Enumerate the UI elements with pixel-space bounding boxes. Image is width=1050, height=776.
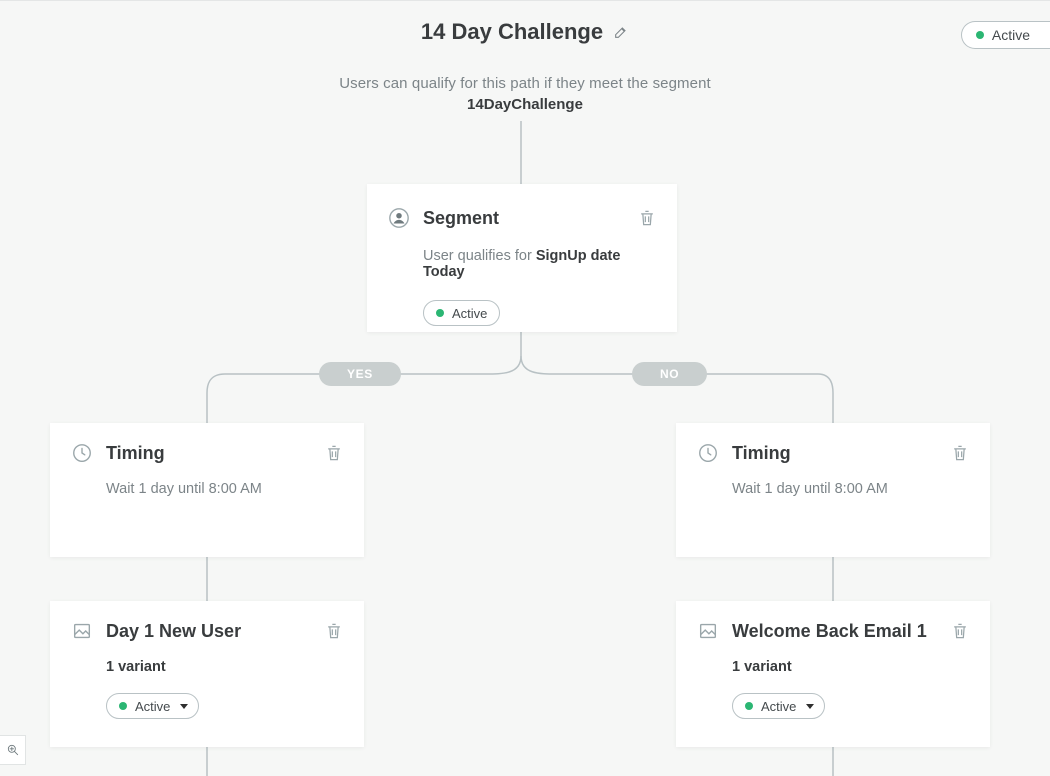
clock-icon: [696, 441, 720, 465]
timing-node-left[interactable]: Timing Wait 1 day until 8:00 AM: [50, 423, 364, 557]
status-badge[interactable]: Active: [961, 21, 1050, 49]
card-header: Welcome Back Email 1: [696, 619, 970, 643]
image-icon: [696, 619, 720, 643]
segment-name: 14DayChallenge: [0, 96, 1050, 113]
chevron-down-icon: [180, 704, 188, 709]
card-title: Day 1 New User: [106, 621, 241, 642]
title-text: 14 Day Challenge: [421, 19, 603, 45]
header: 14 Day Challenge Users can qualify for t…: [0, 1, 1050, 113]
variant-count: 1 variant: [696, 659, 970, 675]
status-text: Active: [761, 699, 796, 714]
status-dot-icon: [745, 702, 753, 710]
page-title: 14 Day Challenge: [421, 19, 629, 45]
status-row: Active: [70, 693, 344, 719]
zoom-in-button[interactable]: [0, 735, 26, 765]
status-text: Active: [135, 699, 170, 714]
segment-node[interactable]: Segment User qualifies for SignUp date T…: [367, 184, 677, 332]
status-dot-icon: [976, 31, 984, 39]
trash-icon[interactable]: [324, 443, 344, 463]
message-node-right[interactable]: Welcome Back Email 1 1 variant Active: [676, 601, 990, 747]
card-body: Wait 1 day until 8:00 AM: [696, 481, 970, 497]
status-row: Active: [387, 300, 657, 326]
status-dot-icon: [436, 309, 444, 317]
edit-icon[interactable]: [613, 24, 629, 40]
timing-node-right[interactable]: Timing Wait 1 day until 8:00 AM: [676, 423, 990, 557]
card-title: Segment: [423, 208, 499, 229]
branch-no-pill: NO: [632, 362, 707, 386]
segment-icon: [387, 206, 411, 230]
card-header: Day 1 New User: [70, 619, 344, 643]
trash-icon[interactable]: [324, 621, 344, 641]
status-pill[interactable]: Active: [423, 300, 500, 326]
body-pre: User qualifies for: [423, 248, 536, 264]
status-dropdown[interactable]: Active: [732, 693, 825, 719]
branch-yes-pill: YES: [319, 362, 401, 386]
card-header: Timing: [70, 441, 344, 465]
card-header: Timing: [696, 441, 970, 465]
status-text: Active: [452, 306, 487, 321]
image-icon: [70, 619, 94, 643]
variant-count: 1 variant: [70, 659, 344, 675]
card-title: Welcome Back Email 1: [732, 621, 927, 642]
card-title: Timing: [106, 443, 165, 464]
card-body: User qualifies for SignUp date Today: [387, 248, 657, 280]
clock-icon: [70, 441, 94, 465]
subtitle: Users can qualify for this path if they …: [0, 75, 1050, 92]
status-dropdown[interactable]: Active: [106, 693, 199, 719]
card-header: Segment: [387, 206, 657, 230]
status-dot-icon: [119, 702, 127, 710]
trash-icon[interactable]: [950, 621, 970, 641]
chevron-down-icon: [806, 704, 814, 709]
trash-icon[interactable]: [950, 443, 970, 463]
status-row: Active: [696, 693, 970, 719]
status-label: Active: [992, 27, 1030, 43]
message-node-left[interactable]: Day 1 New User 1 variant Active: [50, 601, 364, 747]
card-title: Timing: [732, 443, 791, 464]
card-body: Wait 1 day until 8:00 AM: [70, 481, 344, 497]
trash-icon[interactable]: [637, 208, 657, 228]
